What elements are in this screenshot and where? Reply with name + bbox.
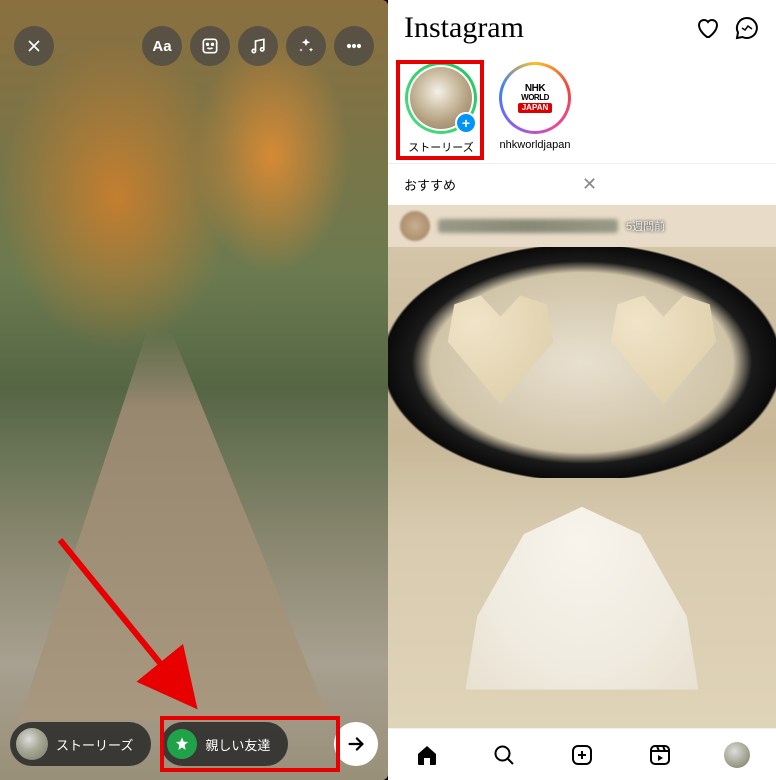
sticker-tool-button[interactable] [190, 26, 230, 66]
nav-new-post-icon[interactable] [569, 742, 595, 768]
nav-profile-icon[interactable] [724, 742, 750, 768]
next-button[interactable] [334, 722, 378, 766]
effects-tool-button[interactable] [286, 26, 326, 66]
close-button[interactable] [14, 26, 54, 66]
nav-reels-icon[interactable] [647, 742, 673, 768]
share-to-story-button[interactable]: ストーリーズ [10, 722, 151, 766]
annotation-highlight-box [160, 716, 340, 772]
share-story-label: ストーリーズ [56, 735, 133, 754]
text-tool-button[interactable]: Aa [142, 26, 182, 66]
messenger-icon[interactable] [734, 15, 760, 41]
more-tools-button[interactable] [334, 26, 374, 66]
music-tool-button[interactable] [238, 26, 278, 66]
close-suggestion-button[interactable]: ✕ [582, 174, 760, 195]
post-header[interactable]: 5週間前 [388, 205, 776, 247]
instagram-logo[interactable]: Instagram [404, 11, 680, 45]
story-item-nhkworldjapan[interactable]: NHK WORLD JAPAN nhkworldjapan [496, 62, 574, 151]
annotation-highlight-box [396, 60, 484, 160]
activity-heart-icon[interactable] [694, 15, 720, 41]
nhk-avatar: NHK WORLD JAPAN [504, 67, 566, 129]
avatar [16, 728, 48, 760]
post-author-name [438, 219, 618, 233]
post-author-avatar [400, 211, 430, 241]
nav-search-icon[interactable] [491, 742, 517, 768]
nav-home-icon[interactable] [414, 742, 440, 768]
post-timestamp: 5週間前 [626, 218, 665, 234]
profile-avatar [724, 742, 750, 768]
story-label: nhkworldjapan [500, 139, 571, 151]
post-image[interactable] [388, 247, 776, 728]
suggested-label: おすすめ [404, 175, 582, 194]
